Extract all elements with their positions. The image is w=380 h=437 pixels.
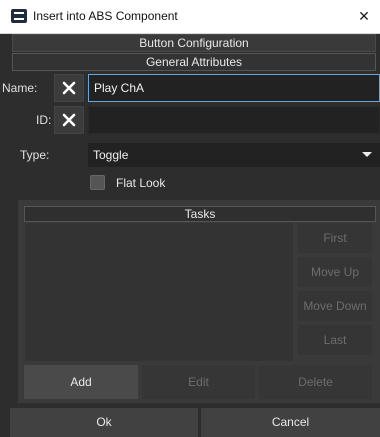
window-title: Insert into ABS Component xyxy=(33,9,178,23)
tasks-header: Tasks xyxy=(24,206,376,222)
move-down-button[interactable]: Move Down xyxy=(298,291,372,321)
type-select-value: Toggle xyxy=(93,148,129,162)
button-configuration-header: Button Configuration xyxy=(12,34,376,52)
clear-name-button[interactable] xyxy=(54,74,84,102)
title-bar[interactable]: Insert into ABS Component ✕ xyxy=(0,0,380,34)
type-select[interactable]: Toggle xyxy=(88,143,380,167)
delete-button[interactable]: Delete xyxy=(259,365,372,399)
move-up-button[interactable]: Move Up xyxy=(298,257,372,287)
flat-look-label: Flat Look xyxy=(116,176,166,190)
name-field[interactable]: Play ChA xyxy=(88,74,380,102)
close-button[interactable]: ✕ xyxy=(352,4,376,28)
task-list[interactable] xyxy=(24,222,294,362)
clear-id-button[interactable] xyxy=(54,106,84,134)
last-button[interactable]: Last xyxy=(298,325,372,355)
app-icon xyxy=(11,9,27,23)
flat-look-checkbox[interactable] xyxy=(90,175,105,190)
id-label: ID: xyxy=(36,113,52,127)
id-field[interactable] xyxy=(88,106,380,134)
dialog-window: Insert into ABS Component ✕ Button Confi… xyxy=(0,0,380,437)
add-button[interactable]: Add xyxy=(24,365,138,399)
triangle-down-icon xyxy=(362,152,372,157)
type-label: Type: xyxy=(20,148,50,162)
close-x-icon xyxy=(62,113,76,127)
general-attributes-header: General Attributes xyxy=(12,53,376,71)
name-label: Name: xyxy=(2,81,38,95)
ok-button[interactable]: Ok xyxy=(10,408,198,437)
cancel-button[interactable]: Cancel xyxy=(201,408,380,437)
first-button[interactable]: First xyxy=(298,223,372,253)
close-x-icon xyxy=(62,81,76,95)
edit-button[interactable]: Edit xyxy=(142,365,255,399)
tasks-group: Tasks First Move Up Move Down Last Add E… xyxy=(18,200,380,403)
